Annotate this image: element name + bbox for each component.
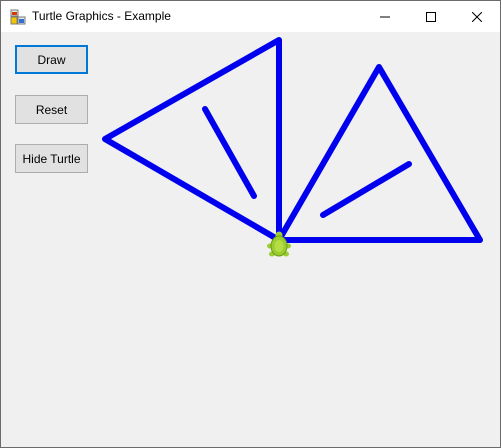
maximize-button[interactable] <box>408 1 454 32</box>
client-area: Draw Reset Hide Turtle <box>1 32 500 447</box>
left-inner-stroke <box>202 106 257 199</box>
hide-turtle-button[interactable]: Hide Turtle <box>15 144 88 173</box>
minimize-button[interactable] <box>362 1 408 32</box>
right-triangle <box>276 64 483 243</box>
title-bar[interactable]: Turtle Graphics - Example <box>1 1 500 32</box>
turtle-drawing <box>102 37 483 243</box>
right-inner-stroke <box>320 161 412 218</box>
app-window: Turtle Graphics - Example Draw Reset Hid… <box>0 0 501 448</box>
draw-button[interactable]: Draw <box>15 45 88 74</box>
left-triangle <box>102 37 282 243</box>
app-icon <box>10 9 26 25</box>
reset-button[interactable]: Reset <box>15 95 88 124</box>
maximize-icon <box>426 11 436 22</box>
minimize-icon <box>380 16 390 17</box>
close-icon <box>472 11 482 22</box>
close-button[interactable] <box>454 1 500 32</box>
window-title: Turtle Graphics - Example <box>32 9 171 23</box>
